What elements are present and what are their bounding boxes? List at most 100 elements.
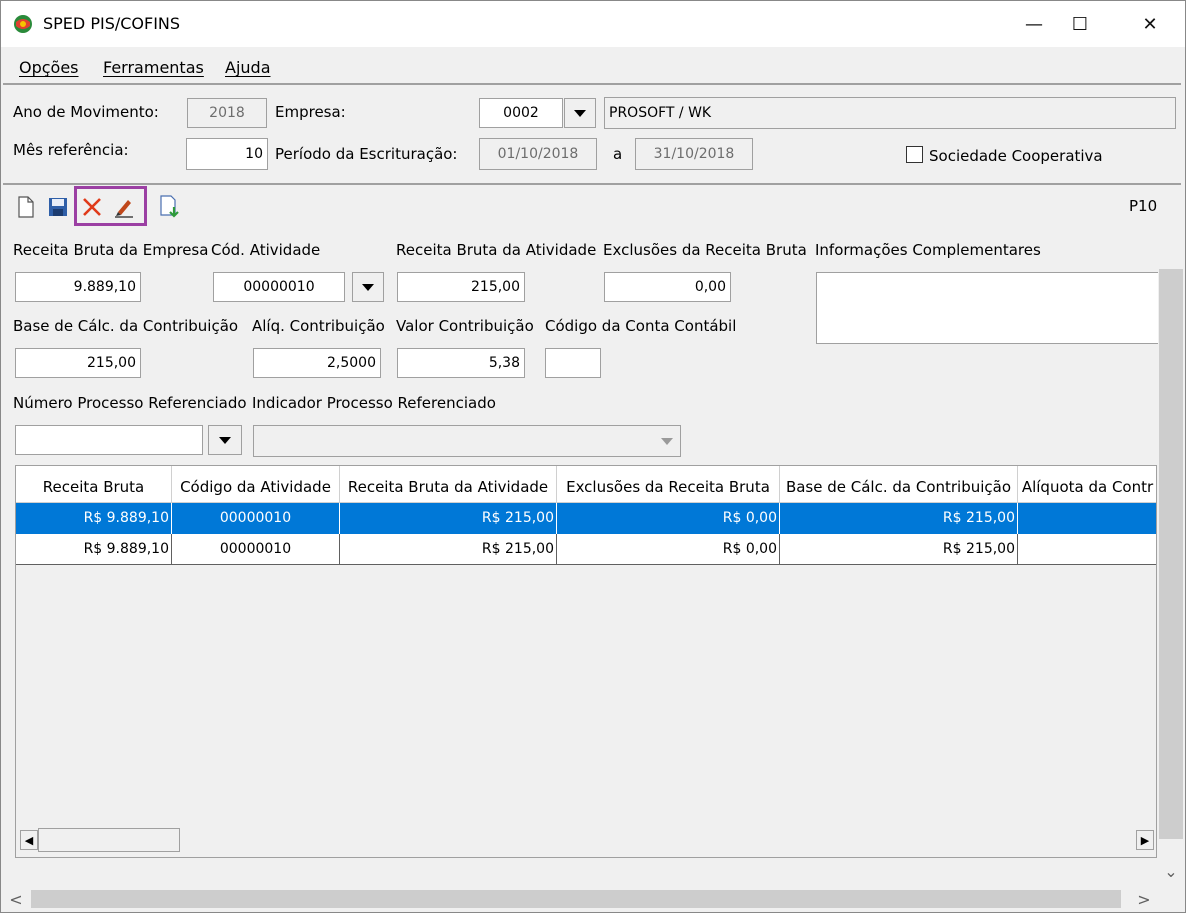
- page-vertical-scrollbar[interactable]: ⌄: [1158, 185, 1184, 887]
- export-button[interactable]: [159, 195, 181, 219]
- page-scroll-right-button[interactable]: >: [1133, 889, 1155, 909]
- page-scroll-left-button[interactable]: <: [5, 889, 27, 909]
- num-processo-field[interactable]: [15, 425, 203, 455]
- empresa-label: Empresa:: [275, 103, 346, 121]
- grid-cell[interactable]: R$ 215,00: [780, 534, 1018, 565]
- grid-cell[interactable]: R$ 0,00: [557, 534, 780, 565]
- periodo-label: Período da Escrituração:: [275, 145, 458, 163]
- ind-processo-combobox[interactable]: [253, 425, 681, 457]
- info-complementares-field[interactable]: [816, 272, 1161, 344]
- periodo-inicio-field[interactable]: 01/10/2018: [479, 138, 597, 170]
- periodo-sep: a: [613, 145, 623, 163]
- conta-contabil-label: Código da Conta Contábil: [545, 317, 737, 335]
- menu-opcoes[interactable]: Opções: [19, 58, 79, 77]
- exclusoes-label: Exclusões da Receita Bruta: [603, 241, 807, 259]
- ano-label: Ano de Movimento:: [13, 103, 159, 121]
- column-header[interactable]: Receita Bruta: [16, 466, 172, 503]
- chevron-down-icon: ⌄: [1164, 861, 1178, 881]
- window-title: SPED PIS/COFINS: [43, 14, 181, 33]
- title-bar: SPED PIS/COFINS — ☐ ✕: [1, 1, 1185, 47]
- export-document-icon: [160, 195, 179, 218]
- ano-field[interactable]: 2018: [187, 98, 267, 128]
- ind-processo-label: Indicador Processo Referenciado: [252, 394, 496, 412]
- chevron-down-icon: [219, 436, 231, 444]
- grid-cell[interactable]: R$ 215,00: [780, 503, 1018, 534]
- maximize-button[interactable]: ☐: [1057, 1, 1103, 47]
- num-processo-label: Número Processo Referenciado: [13, 394, 247, 412]
- menu-ferramentas[interactable]: Ferramentas: [103, 58, 204, 77]
- close-button[interactable]: ✕: [1127, 1, 1173, 47]
- empresa-name-field: PROSOFT / WK: [604, 97, 1176, 129]
- chevron-down-icon: [362, 283, 374, 291]
- page-horizontal-scrollbar[interactable]: < >: [1, 887, 1185, 911]
- grid-scroll-left-button[interactable]: ◀: [20, 830, 38, 850]
- grid-cell[interactable]: [1018, 503, 1156, 534]
- grid-cell[interactable]: R$ 0,00: [557, 503, 780, 534]
- grid-cell[interactable]: R$ 9.889,10: [16, 503, 172, 534]
- save-button[interactable]: [47, 195, 69, 219]
- arrow-right-icon: ▶: [1140, 833, 1150, 847]
- valor-field[interactable]: 5,38: [397, 348, 525, 378]
- column-header[interactable]: Exclusões da Receita Bruta: [557, 466, 780, 503]
- grid-scroll-right-button[interactable]: ▶: [1136, 830, 1154, 850]
- conta-contabil-field[interactable]: [545, 348, 601, 378]
- mes-field[interactable]: 10: [186, 138, 268, 170]
- base-label: Base de Cálc. da Contribuição: [13, 317, 239, 335]
- valor-label: Valor Contribuição: [396, 317, 534, 335]
- app-globe-icon: [14, 15, 32, 33]
- page-vertical-scroll-thumb[interactable]: [1159, 269, 1183, 839]
- column-header[interactable]: Alíquota da Contr: [1018, 466, 1156, 503]
- scroll-down-button[interactable]: ⌄: [1158, 861, 1184, 881]
- app-window: SPED PIS/COFINS — ☐ ✕ Opções Ferramentas…: [0, 0, 1186, 913]
- grid-cell[interactable]: [1018, 534, 1156, 565]
- receita-bruta-atividade-label: Receita Bruta da Atividade: [396, 241, 597, 259]
- cod-atividade-field[interactable]: 00000010: [213, 272, 345, 302]
- toolbar-right-text: P10: [1129, 197, 1158, 215]
- minimize-button[interactable]: —: [1011, 1, 1057, 47]
- receita-bruta-empresa-label: Receita Bruta da Empresa: [13, 241, 209, 259]
- new-button[interactable]: [15, 195, 37, 219]
- receita-bruta-atividade-field[interactable]: 215,00: [397, 272, 525, 302]
- base-field[interactable]: 215,00: [15, 348, 141, 378]
- chevron-down-icon: [660, 437, 673, 445]
- arrow-left-icon: <: [9, 889, 23, 909]
- column-header[interactable]: Base de Cálc. da Contribuição: [780, 466, 1018, 503]
- ind-processo-dropdown-button[interactable]: [653, 427, 680, 455]
- cooperativa-label: Sociedade Cooperativa: [929, 147, 1103, 165]
- page-horizontal-scroll-thumb[interactable]: [31, 890, 1121, 908]
- receita-bruta-empresa-field[interactable]: 9.889,10: [15, 272, 141, 302]
- cooperativa-checkbox[interactable]: [906, 146, 923, 163]
- menu-ajuda[interactable]: Ajuda: [225, 58, 271, 77]
- highlight-box: [74, 186, 147, 226]
- arrow-right-icon: >: [1137, 889, 1151, 909]
- column-header[interactable]: Receita Bruta da Atividade: [340, 466, 557, 503]
- new-document-icon: [18, 196, 34, 218]
- grid-cell[interactable]: R$ 9.889,10: [16, 534, 172, 565]
- grid-horizontal-scrollbar[interactable]: ◀ ▶: [16, 826, 1156, 856]
- num-processo-dropdown-button[interactable]: [208, 425, 242, 455]
- aliq-field[interactable]: 2,5000: [253, 348, 381, 378]
- minimize-icon: —: [1025, 13, 1043, 35]
- grid-cell[interactable]: 00000010: [172, 503, 340, 534]
- grid-cell[interactable]: R$ 215,00: [340, 534, 557, 565]
- save-icon: [49, 198, 67, 216]
- cod-atividade-dropdown-button[interactable]: [352, 272, 384, 302]
- arrow-left-icon: ◀: [24, 833, 34, 847]
- column-header[interactable]: Código da Atividade: [172, 466, 340, 503]
- mes-label: Mês referência:: [13, 141, 129, 159]
- grid-cell[interactable]: R$ 215,00: [340, 503, 557, 534]
- periodo-fim-field[interactable]: 31/10/2018: [635, 138, 753, 170]
- aliq-label: Alíq. Contribuição: [252, 317, 385, 335]
- info-complementares-label: Informações Complementares: [815, 241, 1041, 259]
- cod-atividade-label: Cód. Atividade: [211, 241, 321, 259]
- grid-scroll-thumb[interactable]: [38, 828, 180, 852]
- data-grid: Receita Bruta Código da Atividade Receit…: [15, 465, 1157, 858]
- close-icon: ✕: [1142, 13, 1158, 35]
- menu-bar: Opções Ferramentas Ajuda: [1, 54, 1185, 80]
- empresa-code-field[interactable]: 0002: [479, 98, 563, 128]
- empresa-dropdown-button[interactable]: [564, 98, 596, 128]
- chevron-down-icon: [574, 109, 586, 117]
- maximize-icon: ☐: [1071, 13, 1089, 35]
- grid-cell[interactable]: 00000010: [172, 534, 340, 565]
- exclusoes-field[interactable]: 0,00: [604, 272, 731, 302]
